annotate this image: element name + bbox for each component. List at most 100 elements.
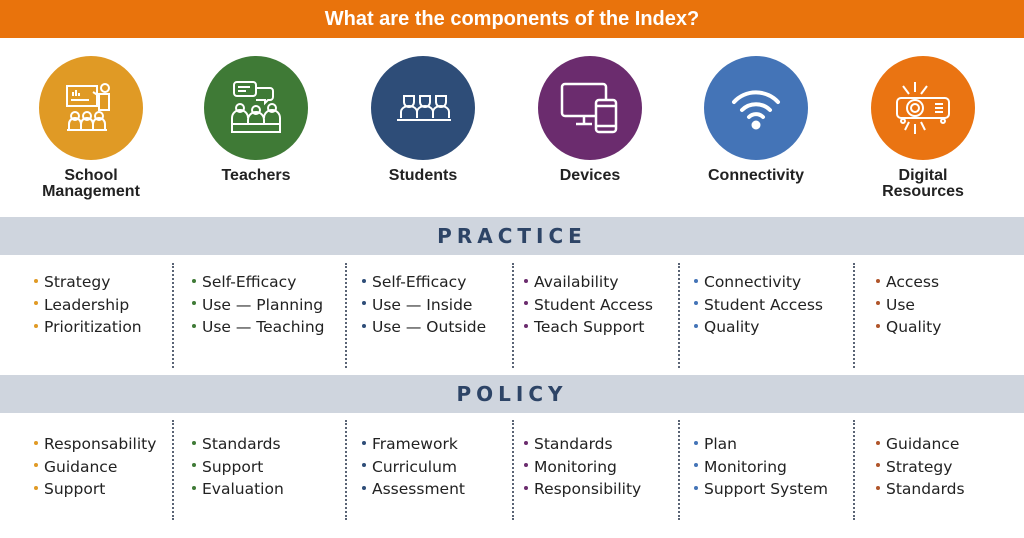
bullet-icon: [34, 440, 38, 445]
list-item: Framework: [362, 433, 527, 456]
list-item-label: Self-Efficacy: [372, 273, 467, 291]
bullet-icon: [362, 463, 366, 467]
component-label: Teachers: [221, 167, 291, 184]
policy-list: Standards Support Evaluation: [192, 433, 357, 501]
policy-list: Standards Monitoring Responsibility: [524, 433, 689, 501]
connectivity-circle: [704, 56, 808, 160]
bullet-icon: [362, 278, 366, 283]
policy-column: Standards Monitoring Responsibility: [524, 433, 689, 501]
list-item-label: Teach Support: [534, 318, 645, 336]
list-item: Teach Support: [524, 316, 689, 339]
column-divider: [345, 263, 347, 368]
bullet-icon: [34, 323, 38, 328]
list-item: Monitoring: [694, 456, 859, 479]
list-item: Support: [34, 478, 199, 501]
list-item: Use: [876, 294, 1024, 317]
practice-list: Strategy Leadership Prioritization: [34, 271, 199, 339]
policy-column: Plan Monitoring Support System: [694, 433, 859, 501]
bullet-icon: [362, 323, 366, 328]
bullet-icon: [362, 440, 366, 445]
component-connectivity: Connectivity: [686, 56, 826, 184]
list-item: Guidance: [876, 433, 1024, 456]
column-divider: [345, 420, 347, 520]
bullet-icon: [192, 463, 196, 467]
list-item: Availability: [524, 271, 689, 294]
list-item: Responsability: [34, 433, 199, 456]
list-item-label: Standards: [886, 480, 965, 498]
bullet-icon: [876, 323, 880, 328]
column-divider: [172, 420, 174, 520]
list-item-label: Support: [202, 457, 264, 476]
component-label: Connectivity: [707, 167, 804, 184]
list-item-label: Curriculum: [372, 457, 458, 476]
wifi-icon: [732, 90, 780, 130]
list-item-label: Support: [44, 480, 106, 498]
list-item: Standards: [876, 478, 1024, 501]
list-item-label: Standards: [534, 435, 613, 453]
list-item: Evaluation: [192, 478, 357, 501]
list-item-label: Student Access: [704, 295, 824, 314]
list-item-label: Use — Outside: [372, 318, 487, 336]
list-item-label: Use — Inside: [372, 295, 473, 314]
list-item: Student Access: [694, 294, 859, 317]
policy-column: Responsability Guidance Support: [34, 433, 199, 501]
practice-list: Self-Efficacy Use — Inside Use — Outside: [362, 271, 527, 339]
bullet-icon: [876, 278, 880, 283]
list-item-label: Standards: [202, 435, 281, 453]
bullet-icon: [876, 440, 880, 445]
list-item: Support System: [694, 478, 859, 501]
list-item-label: Monitoring: [534, 457, 617, 476]
bullet-icon: [524, 485, 528, 490]
list-item: Curriculum: [362, 456, 527, 479]
school-management-circle: [39, 56, 143, 160]
list-item-label: Framework: [372, 435, 458, 453]
component-label: School Management: [42, 167, 140, 200]
component-label: Students: [388, 167, 458, 184]
policy-list: Guidance Strategy Standards: [876, 433, 1024, 501]
bullet-icon: [876, 485, 880, 490]
list-item-label: Use: [886, 295, 915, 314]
bullet-icon: [34, 485, 38, 490]
column-divider: [853, 263, 855, 368]
bullet-icon: [694, 301, 698, 305]
list-item: Prioritization: [34, 316, 199, 339]
list-item-label: Quality: [886, 318, 942, 336]
list-item-label: Strategy: [886, 457, 953, 476]
list-item: Standards: [524, 433, 689, 456]
digital-resources-circle: [871, 56, 975, 160]
projector-icon: [896, 82, 950, 134]
bullet-icon: [694, 323, 698, 328]
list-item: Access: [876, 271, 1024, 294]
practice-column: Self-Efficacy Use — Inside Use — Outside: [362, 271, 527, 339]
list-item: Use — Outside: [362, 316, 527, 339]
practice-column: Strategy Leadership Prioritization: [34, 271, 199, 339]
bullet-icon: [694, 485, 698, 490]
list-item: Guidance: [34, 456, 199, 479]
bullet-icon: [192, 278, 196, 283]
bullet-icon: [524, 301, 528, 305]
column-divider: [512, 420, 514, 520]
column-divider: [172, 263, 174, 368]
component-teachers: Teachers: [186, 56, 326, 184]
policy-column: Standards Support Evaluation: [192, 433, 357, 501]
list-item: Leadership: [34, 294, 199, 317]
list-item: Standards: [192, 433, 357, 456]
list-item-label: Connectivity: [704, 273, 802, 291]
component-devices: Devices: [520, 56, 660, 184]
list-item-label: Responsibility: [534, 480, 642, 498]
component-school-management: School Management: [21, 56, 161, 200]
list-item: Use — Teaching: [192, 316, 357, 339]
teacher-whiteboard-icon: [66, 83, 110, 131]
list-item-label: Availability: [534, 273, 619, 291]
list-item-label: Quality: [704, 318, 760, 336]
bullet-icon: [524, 323, 528, 328]
list-item: Strategy: [34, 271, 199, 294]
list-item: Quality: [694, 316, 859, 339]
policy-list: Responsability Guidance Support: [34, 433, 199, 501]
list-item: Strategy: [876, 456, 1024, 479]
component-label: Devices: [559, 167, 621, 184]
bullet-icon: [524, 278, 528, 283]
list-item-label: Use — Teaching: [202, 318, 325, 336]
list-item-label: Monitoring: [704, 457, 787, 476]
bullet-icon: [34, 463, 38, 467]
